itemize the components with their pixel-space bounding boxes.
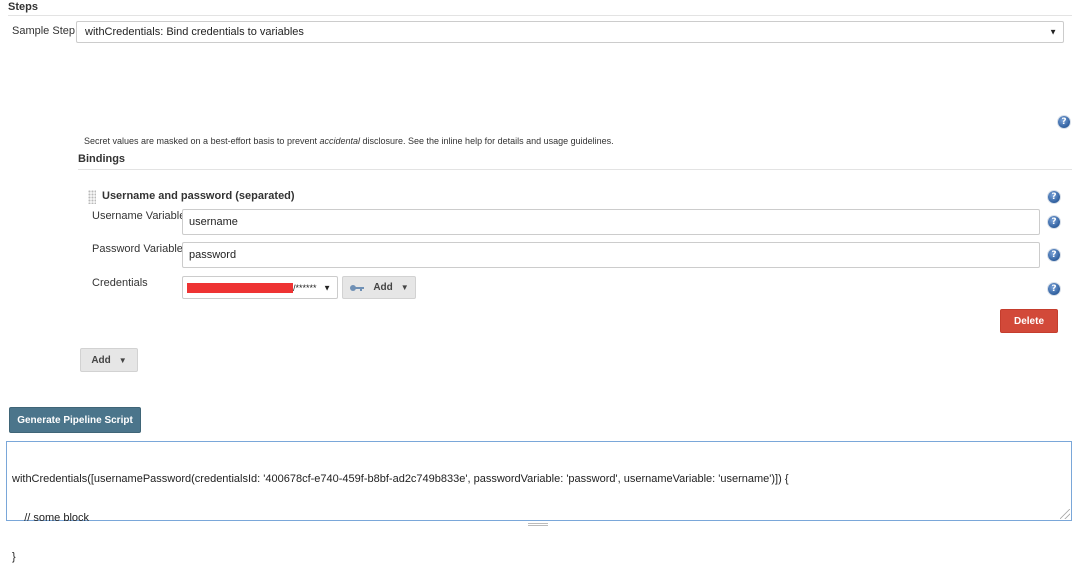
steps-title: Steps — [8, 1, 38, 13]
help-icon[interactable]: ? — [1048, 283, 1060, 295]
script-line: withCredentials([usernamePassword(creden… — [12, 473, 789, 485]
bindings-divider — [78, 169, 1072, 170]
credentials-redaction — [187, 282, 293, 293]
masking-notice-emphasis: accidental — [319, 136, 360, 146]
resize-grip-icon[interactable] — [1060, 509, 1070, 519]
credentials-label: Credentials — [92, 277, 148, 289]
generate-pipeline-script-button[interactable]: Generate Pipeline Script — [9, 407, 141, 433]
add-binding-button[interactable]: Add ▼ — [80, 348, 138, 372]
sample-step-select[interactable]: withCredentials: Bind credentials to var… — [76, 21, 1064, 43]
username-variable-label: Username Variable — [92, 210, 186, 222]
credentials-select[interactable]: /****** ▼ — [182, 276, 338, 299]
password-variable-value: password — [189, 249, 237, 261]
help-icon[interactable]: ? — [1048, 249, 1060, 261]
chevron-down-icon: ▼ — [118, 355, 127, 365]
masking-notice: Secret values are masked on a best-effor… — [84, 136, 614, 146]
help-icon[interactable]: ? — [1058, 116, 1070, 128]
password-variable-label: Password Variable — [92, 243, 183, 255]
sample-step-label: Sample Step — [12, 25, 75, 37]
add-credentials-button[interactable]: Add ▼ — [342, 276, 416, 299]
masking-notice-prefix: Secret values are masked on a best-effor… — [84, 136, 320, 146]
chevron-down-icon: ▼ — [323, 283, 331, 292]
delete-button[interactable]: Delete — [1000, 309, 1058, 333]
username-variable-input[interactable]: username — [182, 209, 1040, 235]
key-icon — [350, 284, 365, 291]
masking-notice-suffix: disclosure. See the inline help for deta… — [360, 136, 614, 146]
sample-step-value: withCredentials: Bind credentials to var… — [85, 26, 304, 38]
password-variable-input[interactable]: password — [182, 242, 1040, 268]
help-icon[interactable]: ? — [1048, 216, 1060, 228]
drag-handle[interactable] — [88, 190, 96, 204]
help-icon[interactable]: ? — [1048, 191, 1060, 203]
chevron-down-icon: ▼ — [1049, 27, 1057, 37]
bindings-title: Bindings — [78, 153, 126, 165]
chevron-down-icon: ▼ — [400, 283, 409, 292]
binding-item-title: Username and password (separated) — [102, 190, 295, 202]
add-binding-label: Add — [91, 354, 111, 366]
username-variable-value: username — [189, 216, 238, 228]
add-credentials-label: Add — [373, 282, 393, 293]
vertical-resize-handle[interactable] — [528, 523, 548, 526]
pipeline-script-output[interactable]: withCredentials([usernamePassword(creden… — [6, 441, 1072, 563]
script-line: } — [12, 551, 16, 563]
credentials-value: /****** — [293, 282, 317, 293]
steps-divider — [8, 15, 1072, 16]
